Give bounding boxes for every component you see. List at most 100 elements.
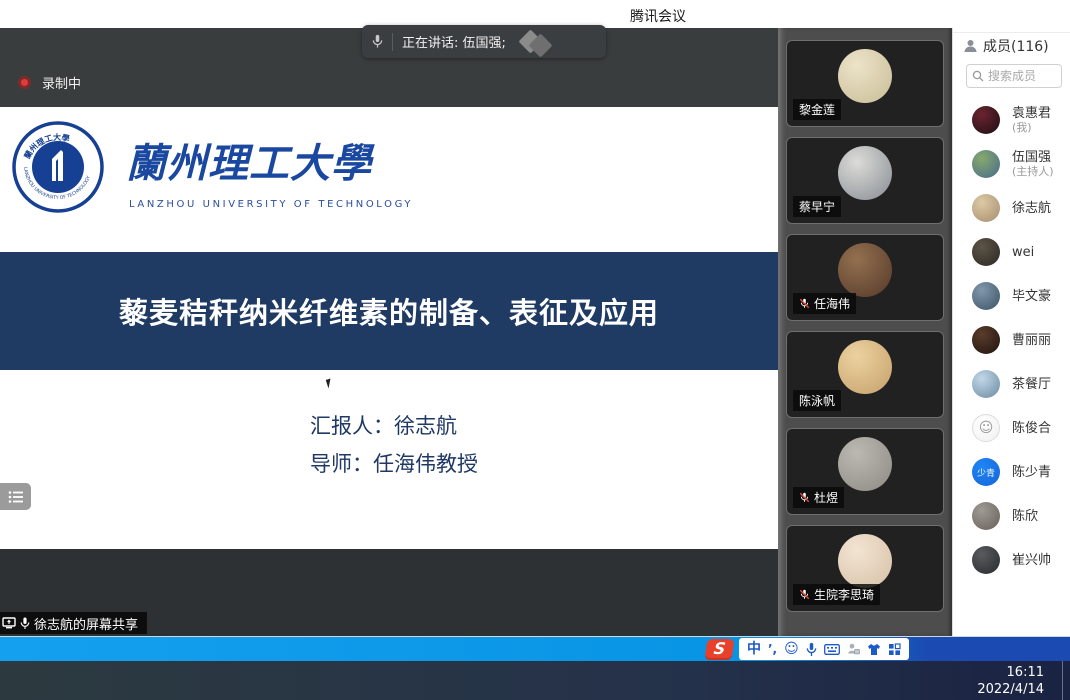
participant-name-badge: 生院李思琦 xyxy=(793,584,880,605)
participant-avatar xyxy=(838,437,892,491)
participant-name: 蔡早宁 xyxy=(799,198,835,215)
member-row[interactable]: 袁惠君 (我) xyxy=(953,98,1070,142)
participant-name-badge: 任海伟 xyxy=(793,293,856,314)
app-title: 腾讯会议 xyxy=(630,6,686,26)
screen-share-banner: 徐志航的屏幕共享 xyxy=(0,612,147,634)
toolbox-icon[interactable] xyxy=(888,643,901,656)
member-row[interactable]: 少青 陈少青 xyxy=(953,450,1070,494)
taskbar: S 中 ’, ☺ xyxy=(0,637,1070,661)
member-name: 毕文豪 xyxy=(1012,289,1051,304)
speaking-label: 正在讲话: 伍国强; xyxy=(402,32,506,51)
sogou-icon-pill: 中 ’, ☺ xyxy=(739,638,909,660)
microphone-icon[interactable] xyxy=(806,642,817,657)
muted-mic-icon xyxy=(799,589,810,600)
member-row[interactable]: 曹丽丽 xyxy=(953,318,1070,362)
participant-name-badge: 黎金莲 xyxy=(793,99,841,120)
window-titlebar: 腾讯会议 xyxy=(0,0,1070,28)
keyboard-icon[interactable] xyxy=(824,644,840,655)
member-texts: 毕文豪 xyxy=(1012,289,1051,304)
video-tile[interactable]: 陈泳帆 xyxy=(786,331,944,418)
member-name: 陈少青 xyxy=(1012,465,1051,480)
member-texts: 陈俊合 xyxy=(1012,421,1051,436)
muted-mic-icon xyxy=(799,298,810,309)
member-texts: 徐志航 xyxy=(1012,201,1051,216)
member-row[interactable]: 伍国强 (主持人) xyxy=(953,142,1070,186)
recording-label: 录制中 xyxy=(42,73,81,92)
member-avatar: ☺ xyxy=(972,414,1000,442)
slide-title-band: 藜麦秸秆纳米纤维素的制备、表征及应用 xyxy=(0,252,778,370)
member-texts: 茶餐厅 xyxy=(1012,377,1051,392)
member-row[interactable]: 徐志航 xyxy=(953,186,1070,230)
member-texts: 陈欣 xyxy=(1012,509,1038,524)
recording-indicator[interactable]: 录制中 xyxy=(18,73,81,92)
member-name: 徐志航 xyxy=(1012,201,1051,216)
meeting-window: 录制中 蘭州理工大學 LANZHOU UNIVERSITY OF TECHNOL… xyxy=(0,28,1070,636)
member-avatar xyxy=(972,106,1000,134)
member-row[interactable]: ☺ 陈俊合 xyxy=(953,406,1070,450)
member-avatar xyxy=(972,502,1000,530)
member-avatar xyxy=(972,150,1000,178)
member-row[interactable]: 陈欣 xyxy=(953,494,1070,538)
presenter-line: 汇报人：徐志航 xyxy=(310,407,478,445)
member-name: 陈俊合 xyxy=(1012,421,1051,436)
sogou-input-toolbar: S 中 ’, ☺ xyxy=(706,638,909,660)
punctuation-icon[interactable]: ’, xyxy=(768,638,777,660)
mouse-cursor xyxy=(326,378,334,388)
handwriting-icon[interactable] xyxy=(847,643,860,655)
member-row[interactable]: 毕文豪 xyxy=(953,274,1070,318)
clock[interactable]: 16:11 2022/4/14 xyxy=(977,664,1044,698)
university-name-cn: 蘭州理工大學 xyxy=(126,131,372,189)
participant-name-badge: 蔡早宁 xyxy=(793,196,841,217)
list-divider xyxy=(953,32,1070,33)
member-row[interactable]: wei xyxy=(953,230,1070,274)
member-icon xyxy=(963,39,978,53)
participant-avatar xyxy=(838,340,892,394)
member-name: 陈欣 xyxy=(1012,509,1038,524)
video-tile[interactable]: 生院李思琦 xyxy=(786,525,944,612)
video-tile[interactable]: 蔡早宁 xyxy=(786,137,944,224)
participant-name: 陈泳帆 xyxy=(799,392,835,409)
participant-avatar xyxy=(838,49,892,103)
presenter-block: 汇报人：徐志航 导师：任海伟教授 xyxy=(310,407,478,483)
member-name: 曹丽丽 xyxy=(1012,333,1051,348)
member-row[interactable]: 崔兴帅 xyxy=(953,538,1070,582)
participant-name-badge: 杜煜 xyxy=(793,487,844,508)
member-role: (我) xyxy=(1012,121,1051,134)
member-list: 袁惠君 (我) 伍国强 (主持人) xyxy=(953,98,1070,582)
chinese-mode-icon[interactable]: 中 xyxy=(747,638,761,660)
member-texts: 曹丽丽 xyxy=(1012,333,1051,348)
participant-name-badge: 陈泳帆 xyxy=(793,390,841,411)
participant-name: 生院李思琦 xyxy=(814,586,874,603)
members-count-label: 成员(116) xyxy=(983,36,1049,56)
video-tile[interactable]: 黎金莲 xyxy=(786,40,944,127)
skin-icon[interactable] xyxy=(867,643,881,656)
member-avatar xyxy=(972,370,1000,398)
show-desktop-button[interactable] xyxy=(1062,661,1063,700)
list-icon xyxy=(8,490,24,504)
university-header: 蘭州理工大學 LANZHOU UNIVERSITY OF TECHNOLOGY … xyxy=(8,117,768,227)
participant-name: 任海伟 xyxy=(814,295,850,312)
member-search-box[interactable] xyxy=(966,64,1062,88)
emoji-icon[interactable]: ☺ xyxy=(784,638,799,660)
member-texts: 陈少青 xyxy=(1012,465,1051,480)
slide-outline-tab[interactable] xyxy=(0,483,31,510)
advisor-line: 导师：任海伟教授 xyxy=(310,445,478,483)
speaking-indicator-toast: 正在讲话: 伍国强; xyxy=(362,25,606,58)
member-row[interactable]: 茶餐厅 xyxy=(953,362,1070,406)
member-avatar xyxy=(972,282,1000,310)
taskbar-clock-area: 16:11 2022/4/14 xyxy=(0,661,1070,700)
member-avatar xyxy=(972,238,1000,266)
member-avatar: 少青 xyxy=(972,458,1000,486)
sogou-logo[interactable]: S xyxy=(705,639,735,660)
video-tile[interactable]: 任海伟 xyxy=(786,234,944,321)
video-tile[interactable]: 杜煜 xyxy=(786,428,944,515)
video-thumbnail-strip: 黎金莲 蔡早 xyxy=(778,28,952,636)
participant-avatar xyxy=(838,534,892,588)
member-avatar xyxy=(972,326,1000,354)
clock-time: 16:11 xyxy=(977,664,1044,681)
member-search-input[interactable] xyxy=(988,69,1052,83)
microphone-icon xyxy=(20,617,30,630)
member-role: (主持人) xyxy=(1012,165,1054,178)
member-name: 茶餐厅 xyxy=(1012,377,1051,392)
search-icon xyxy=(972,70,984,82)
